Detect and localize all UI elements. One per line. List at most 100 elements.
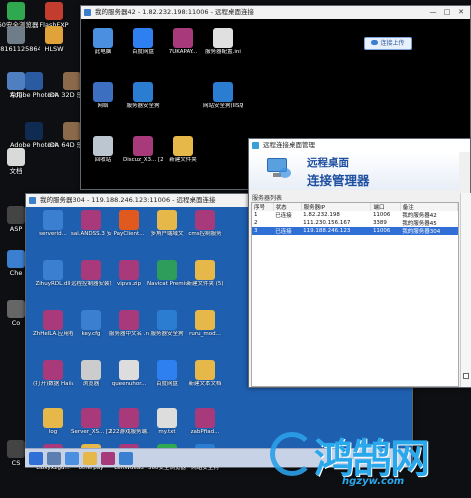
icon-label: 文档 <box>9 167 23 175</box>
app-icon <box>7 148 25 166</box>
window-title: 远程连接桌面管理 <box>263 141 315 149</box>
desktop-icon[interactable]: log <box>33 408 73 436</box>
desktop-icon[interactable]: my.txt <box>147 408 187 436</box>
icon-label: (打开)数据 HaiiaBPE... <box>33 381 73 387</box>
desktop-icon[interactable]: 新建文件夹 (5) <box>185 260 225 288</box>
icon-label: 新建文件夹 (5) <box>186 281 224 287</box>
column-header[interactable]: 端口 <box>370 203 401 211</box>
file-icon <box>173 136 193 156</box>
icon-label: 服务器中文名 .rar <box>109 331 149 337</box>
desktop-icon[interactable]: vipvs.zip <box>109 260 149 288</box>
icon-label: ZhHelLA.应用程序 <box>33 331 73 337</box>
file-icon <box>195 310 215 330</box>
file-icon <box>43 210 63 230</box>
desktop-icon[interactable]: sai.ANDSS.3 安装2021... <box>71 210 111 238</box>
table-header: 序号 状态 服务器IP 端口 备注 <box>252 203 459 211</box>
remote-desktop-icon <box>84 9 91 16</box>
desktop-icon[interactable]: 百度网盘 <box>123 28 163 56</box>
table-cell: 我的服务器42 <box>402 213 437 219</box>
desktop-icon[interactable]: 网站安全狗(IIS版) <box>203 82 243 110</box>
minimize-button[interactable]: — <box>426 6 440 19</box>
desktop-icon[interactable]: cms控制服务 <box>185 210 225 238</box>
file-icon <box>119 408 139 428</box>
table-cell: 2 <box>254 220 258 226</box>
file-icon <box>43 310 63 330</box>
icon-label: zabPfiad... <box>190 429 220 435</box>
column-header[interactable]: 序号 <box>252 203 274 211</box>
desktop-icon[interactable]: 新建文本文档 <box>185 360 225 388</box>
taskbar-app-icon[interactable] <box>65 451 79 465</box>
close-button[interactable]: ✕ <box>454 6 468 19</box>
taskbar-app-icon[interactable] <box>101 451 115 465</box>
desktop-icon[interactable]: PayClient... <box>109 210 149 238</box>
table-row[interactable]: 3 已连接 119.188.246.123 11006 我的服务器304 <box>252 227 458 235</box>
table-cell: 已连接 <box>273 227 302 235</box>
desktop-icon[interactable]: serverid... <box>33 210 73 238</box>
desktop-icon[interactable]: (打开)数据 HaiiaBPE... <box>33 360 73 388</box>
desktop-icon[interactable]: ZhHelLA.应用程序 <box>33 310 73 338</box>
file-icon <box>157 408 177 428</box>
desktop-icon[interactable]: 服务器安全狗 <box>123 82 163 110</box>
column-header[interactable]: 备注 <box>400 203 459 211</box>
icon-label: ruru_mod... <box>189 331 221 337</box>
app-icon <box>7 26 25 44</box>
host-desktop-icon[interactable]: 文档 <box>0 148 40 188</box>
desktop-icon[interactable]: 回收站 <box>83 136 123 164</box>
host-desktop-icon[interactable]: HLSW <box>30 26 78 66</box>
file-icon <box>81 260 101 280</box>
desktop-icon[interactable]: Server_XS... [202005..] <box>71 408 111 436</box>
desktop-icon[interactable]: 服务器中文名 .rar <box>109 310 149 338</box>
table-row[interactable]: 2 111.230.156.167 3389 我的服务器45 <box>252 219 458 227</box>
cloud-icon <box>371 40 379 45</box>
desktop-icon[interactable]: 此电脑 <box>83 28 123 56</box>
desktop-icon[interactable]: queenuhor... <box>109 360 149 388</box>
upload-badge[interactable]: 连接上传 <box>364 37 412 50</box>
taskbar-app-icon[interactable] <box>83 451 97 465</box>
app-icon <box>25 122 43 140</box>
desktop-icon[interactable]: key.cfg <box>71 310 111 338</box>
desktop-icon[interactable]: ruru_mod... <box>185 310 225 338</box>
column-header[interactable]: 状态 <box>273 203 302 211</box>
desktop-icon[interactable]: 浏览器 <box>71 360 111 388</box>
file-icon <box>195 408 215 428</box>
table-row[interactable]: 1 已连接 1.82.232.198 11006 我的服务器42 <box>252 211 458 219</box>
desktop-icon[interactable]: Navicat Premium 12 <box>147 260 187 288</box>
connection-manager-window[interactable]: 远程连接桌面管理 远程桌面 连接管理器 服务器列表 序号 状态 服务器IP 端口 备注 … <box>248 138 471 388</box>
server-list[interactable]: 序号 状态 服务器IP 端口 备注 1 已连接 1.82.232.198 11006 我的服务器… <box>251 202 459 387</box>
desktop-icon[interactable]: 远程控制器安装向导1.0版本 <box>71 260 111 288</box>
maximize-button[interactable]: □ <box>440 6 454 19</box>
app-icon <box>63 72 81 90</box>
desktop-icon[interactable]: 服务器配置.ini <box>203 28 243 56</box>
desktop-icon[interactable]: ZihuyRDL.dll <box>33 260 73 288</box>
file-icon <box>157 310 177 330</box>
app-icon <box>7 250 25 268</box>
column-header[interactable]: 服务器IP <box>301 203 372 211</box>
file-icon <box>81 408 101 428</box>
table-cell: 111.230.156.167 <box>303 220 351 226</box>
taskbar-app-icon[interactable] <box>47 451 61 465</box>
desktop-icon[interactable]: 百度网盘 <box>147 360 187 388</box>
start-button[interactable] <box>29 451 43 465</box>
icon-label: HLSW <box>44 45 64 53</box>
desktop-icon[interactable]: Discuz_X3... [20200.. <box>123 136 163 164</box>
desktop-icon[interactable]: 服务器安全狗 <box>147 310 187 338</box>
desktop-icon[interactable]: 新建文件夹 <box>163 136 203 164</box>
window-titlebar[interactable]: 我的服务器42 - 1.82.232.198:11006 - 远程桌面连接 — … <box>81 6 470 19</box>
file-icon <box>195 260 215 280</box>
taskbar-app-icon[interactable] <box>119 451 133 465</box>
window-titlebar[interactable]: 远程连接桌面管理 <box>249 139 470 152</box>
desktop-icon[interactable]: 多角户端域文 <box>147 210 187 238</box>
icon-label: 此电脑 <box>94 49 112 55</box>
file-icon <box>213 28 233 48</box>
desktop-icon[interactable]: zabPfiad... <box>185 408 225 436</box>
icon-label: 新建文本文档 <box>188 381 222 387</box>
checkbox[interactable] <box>463 373 469 379</box>
file-icon <box>119 260 139 280</box>
server-table[interactable]: 序号 状态 服务器IP 端口 备注 1 已连接 1.82.232.198 11006 我的服务器… <box>252 203 459 235</box>
icon-label: 多角户端域文 <box>150 231 184 237</box>
icon-label: serverid... <box>39 231 67 237</box>
desktop-icon[interactable]: 7UKAPAY... <box>163 28 203 56</box>
desktop-icon[interactable]: 网络 <box>83 82 123 110</box>
watermark-url: hgzyw.com <box>342 476 405 487</box>
desktop-icon[interactable]: 222游戏服务端.rar <box>109 408 149 436</box>
